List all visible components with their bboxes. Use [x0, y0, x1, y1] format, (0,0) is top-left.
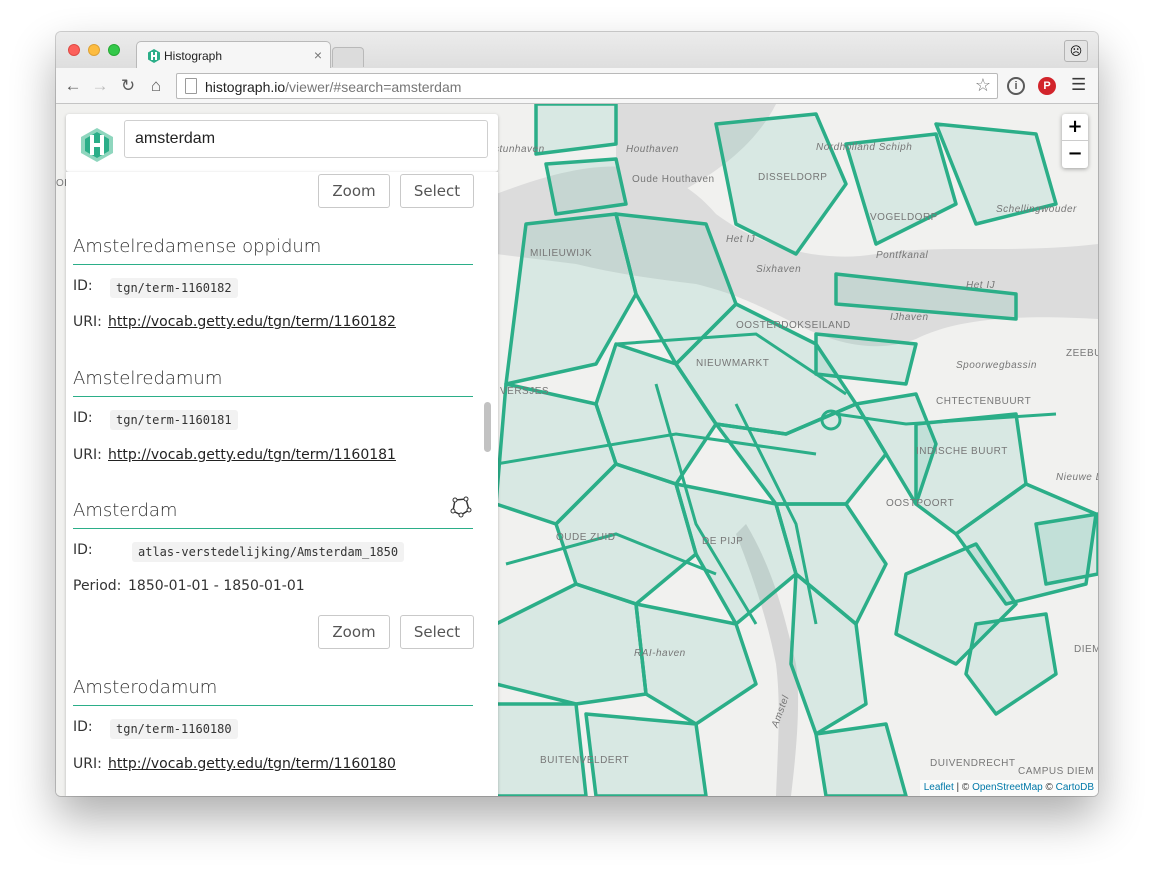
map-label: DISSELDORP [758, 172, 828, 183]
map-label: NIEUWMARKT [696, 358, 770, 369]
zoom-in-button[interactable]: + [1062, 114, 1088, 141]
cartodb-link[interactable]: CartoDB [1056, 782, 1094, 793]
result-uri-link[interactable]: http://vocab.getty.edu/tgn/term/1160181 [108, 447, 396, 463]
result-title: Amstelredamum [73, 368, 223, 389]
map-label: ZEEBU [1066, 348, 1098, 359]
home-icon[interactable]: ⌂ [146, 76, 166, 96]
result-title: Amsterodamum [73, 677, 218, 698]
result-title: Amstelredamense oppidum [73, 236, 322, 257]
result-uri-link[interactable]: http://vocab.getty.edu/tgn/term/1160180 [108, 756, 396, 772]
map-label: DE PIJP [702, 536, 744, 547]
zoom-out-button[interactable]: − [1062, 141, 1088, 168]
new-tab-button[interactable] [332, 47, 364, 67]
search-input[interactable] [124, 120, 488, 158]
uri-label: URI: [73, 756, 102, 772]
map-label: DUIVENDRECHT [930, 758, 1016, 769]
search-panel-header [66, 114, 498, 172]
map-label: DIEM [1074, 644, 1098, 655]
map-label: BUITENVELDERT [540, 755, 630, 766]
maximize-window-button[interactable] [108, 44, 120, 56]
leaflet-link[interactable]: Leaflet [924, 782, 954, 793]
map-attribution: Leaflet | © OpenStreetMap © CartoDB [919, 780, 1098, 796]
map-label: OOSTPOORT [886, 498, 955, 509]
id-label: ID: [73, 410, 93, 426]
map-label: stunhaven [494, 144, 545, 155]
url-path: /viewer/#search=amsterdam [285, 79, 462, 95]
result-id: atlas-verstedelijking/Amsterdam_1850 [132, 542, 405, 562]
url-text[interactable]: histograph.io/viewer/#search=amsterdam [205, 79, 461, 95]
openstreetmap-link[interactable]: OpenStreetMap [972, 782, 1043, 793]
minimize-window-button[interactable] [88, 44, 100, 56]
forward-arrow-icon[interactable]: → [90, 76, 110, 96]
map-label: Nieuwe D [1056, 472, 1098, 483]
back-arrow-icon[interactable]: ← [63, 76, 83, 96]
map-label: Spoorwegbassin [956, 360, 1037, 371]
result-period: 1850-01-01 - 1850-01-01 [128, 578, 305, 594]
browser-tab[interactable]: Histograph × [136, 41, 331, 69]
address-bar[interactable]: histograph.io/viewer/#search=amsterdam ☆ [176, 73, 998, 99]
map-label: CAMPUS DIEM [1018, 766, 1095, 777]
map-label: Houthaven [626, 144, 679, 155]
period-label: Period: [73, 578, 122, 594]
zoom-button[interactable]: Zoom [318, 615, 390, 649]
menu-icon[interactable]: ☰ [1071, 76, 1087, 93]
info-extension-icon[interactable]: i [1007, 77, 1025, 95]
result-uri-link[interactable]: http://vocab.getty.edu/tgn/term/1160182 [108, 314, 396, 330]
url-host: histograph.io [205, 79, 286, 95]
map-label: OUDE ZUID [556, 532, 616, 543]
map-label: Pontfkanal [876, 250, 929, 261]
attribution-separator: © [1042, 782, 1056, 793]
browser-window: Histograph × ☹ ← → ↻ ⌂ histograph.io/vie… [56, 32, 1098, 796]
browser-toolbar: ← → ↻ ⌂ histograph.io/viewer/#search=ams… [56, 68, 1098, 104]
result-divider [73, 528, 473, 529]
map-label: Sixhaven [756, 264, 802, 275]
histograph-favicon-icon [148, 49, 160, 63]
map-zoom-control: + − [1062, 114, 1088, 168]
result-divider [73, 264, 473, 265]
uri-label: URI: [73, 447, 102, 463]
results-panel[interactable]: Zoom Select Amstelredamense oppidum ID: … [66, 172, 498, 796]
id-label: ID: [73, 278, 93, 294]
id-label: ID: [73, 542, 93, 558]
result-title: Amsterdam [73, 500, 178, 521]
tab-close-icon[interactable]: × [314, 47, 322, 63]
histograph-logo-icon[interactable] [78, 126, 116, 164]
pinterest-extension-icon[interactable]: P [1038, 77, 1056, 95]
bookmark-star-icon[interactable]: ☆ [975, 75, 991, 96]
page-icon [185, 78, 197, 94]
map-label: INDISCHE BUURT [916, 446, 1008, 457]
map-label: Schellingwouder [996, 204, 1077, 215]
map-label: VERSJES [500, 386, 550, 397]
map-label: Het IJ [726, 234, 756, 245]
map-label: Het IJ [966, 280, 996, 291]
result-id: tgn/term-1160181 [110, 410, 238, 430]
close-window-button[interactable] [68, 44, 80, 56]
id-label: ID: [73, 719, 93, 735]
result-id: tgn/term-1160180 [110, 719, 238, 739]
reload-icon[interactable]: ↻ [118, 76, 138, 96]
map-label: RAI-haven [634, 648, 686, 659]
polygon-icon[interactable] [450, 496, 472, 518]
tab-title: Histograph [164, 49, 223, 63]
map-label: Oude Houthaven [632, 174, 715, 185]
results-scrollbar[interactable] [484, 402, 491, 452]
profile-icon[interactable]: ☹ [1064, 40, 1088, 62]
result-divider [73, 705, 473, 706]
map-label: Nordholland Schiph [816, 142, 913, 153]
page-viewport: Houthaven Oude Houthaven DISSELDORP Nord… [56, 104, 1098, 796]
map-label: CHTECTENBUURT [936, 396, 1032, 407]
map-label: IJhaven [890, 312, 929, 323]
zoom-button[interactable]: Zoom [318, 174, 390, 208]
select-button[interactable]: Select [400, 174, 474, 208]
result-divider [73, 396, 473, 397]
map-label: VOGELDORP [870, 212, 938, 223]
title-bar: Histograph × ☹ [56, 32, 1098, 69]
attribution-separator: | © [953, 782, 973, 793]
select-button[interactable]: Select [400, 615, 474, 649]
result-id: tgn/term-1160182 [110, 278, 238, 298]
map-label: MILIEUWIJK [530, 248, 593, 259]
map-label: OOSTERDOKSEILAND [736, 320, 851, 331]
uri-label: URI: [73, 314, 102, 330]
